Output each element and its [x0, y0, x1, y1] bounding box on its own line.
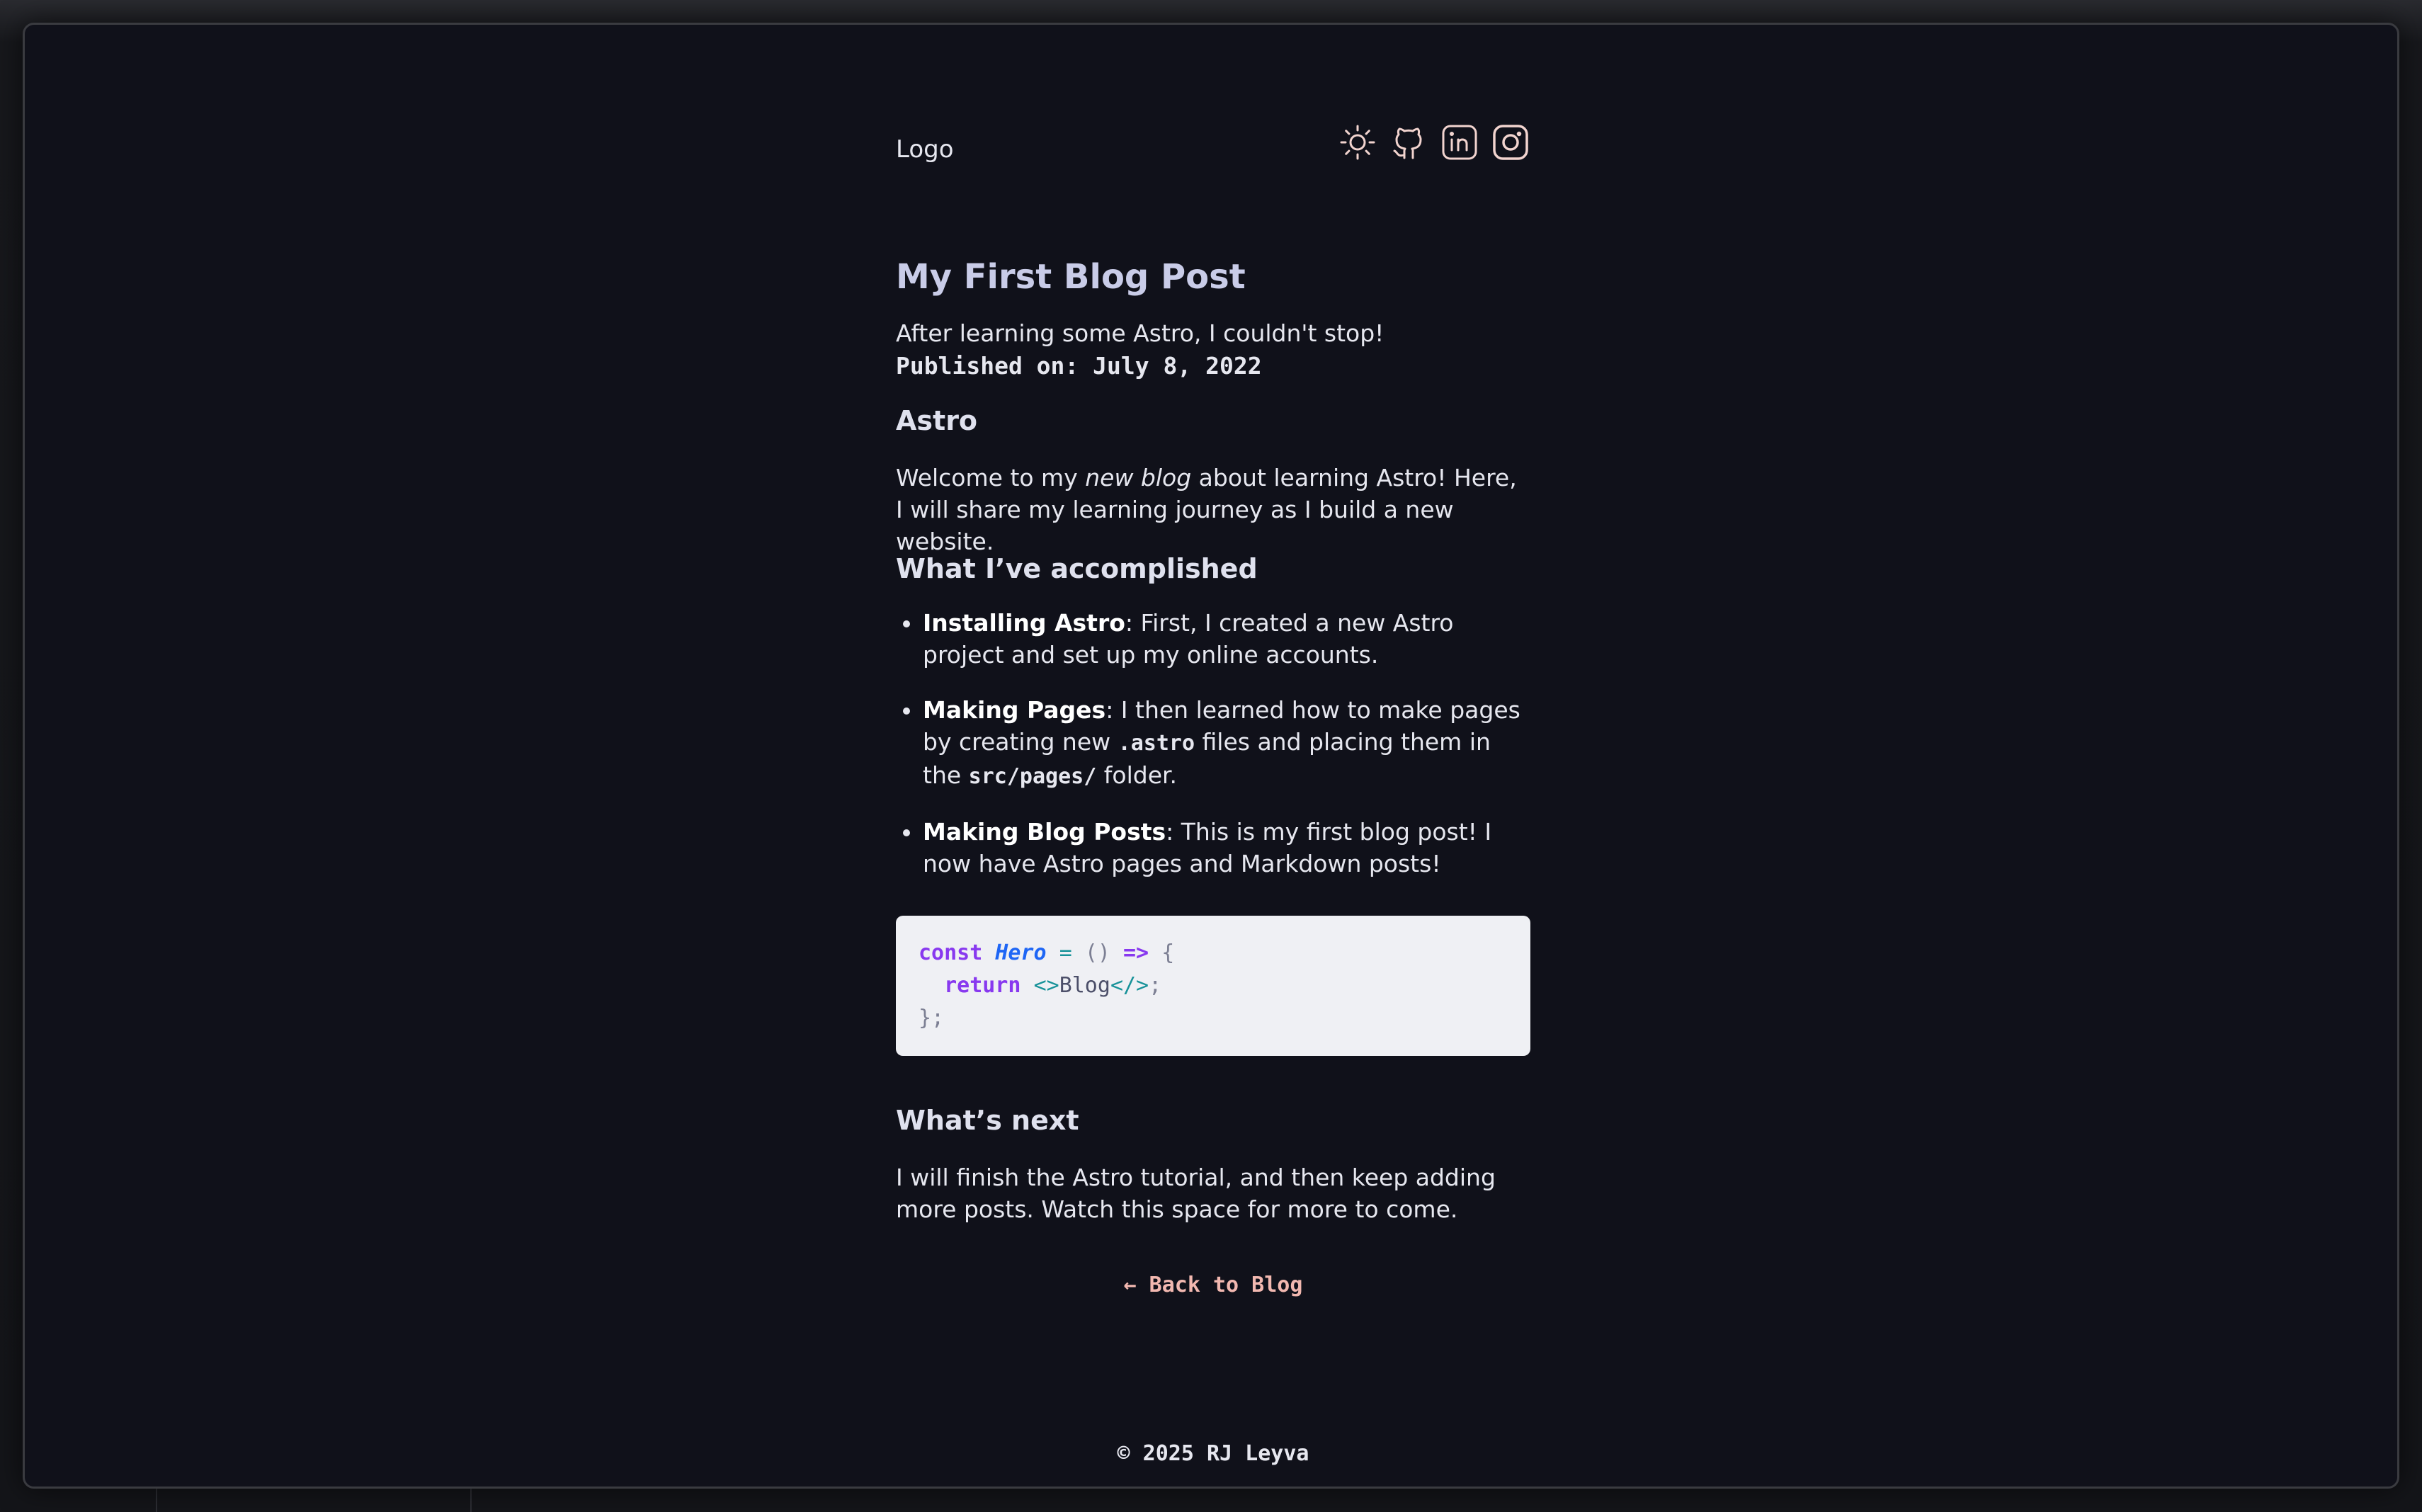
- instagram-icon[interactable]: [1491, 123, 1530, 162]
- published-date: Published on: July 8, 2022: [896, 352, 1262, 380]
- code-block[interactable]: const Hero = () => { return <>Blog</>; }…: [896, 916, 1530, 1056]
- list-item-title: Making Blog Posts: [923, 818, 1166, 846]
- code-arrow: =>: [1123, 940, 1149, 965]
- back-to-blog-link[interactable]: ← Back to Blog: [896, 1271, 1530, 1300]
- heading-astro: Astro: [896, 405, 978, 436]
- list-item: Making Blog Posts: This is my first blog…: [903, 816, 1530, 880]
- taskbar-segment: [470, 1487, 479, 1512]
- footer-copyright: © 2025 RJ Leyva: [1117, 1441, 1309, 1466]
- sun-icon[interactable]: [1338, 123, 1377, 162]
- browser-window: Logo My First Blog Post After learning s…: [23, 23, 2399, 1489]
- code-parens: (): [1084, 940, 1110, 965]
- code-function-name: Hero: [995, 940, 1047, 965]
- intro-emphasis: new blog: [1085, 464, 1192, 491]
- site-logo[interactable]: Logo: [896, 135, 954, 164]
- header-icons: [1338, 123, 1530, 162]
- list-item: Installing Astro: First, I created a new…: [903, 607, 1530, 671]
- linkedin-icon[interactable]: [1440, 123, 1479, 162]
- accomplished-list: Installing Astro: First, I created a new…: [896, 607, 1530, 903]
- list-item-text: folder.: [1096, 761, 1178, 789]
- code-operator: =: [1059, 940, 1072, 965]
- post-title: My First Blog Post: [896, 257, 1246, 297]
- code-tag-open: <>: [1033, 973, 1059, 998]
- heading-whats-next: What’s next: [896, 1105, 1079, 1136]
- post-subtitle: After learning some Astro, I couldn't st…: [896, 319, 1385, 347]
- code-brace: {: [1161, 940, 1175, 965]
- code-text: Blog: [1059, 973, 1110, 998]
- list-item: Making Pages: I then learned how to make…: [903, 694, 1530, 792]
- code-keyword: return: [944, 973, 1021, 998]
- code-closing: };: [919, 1006, 945, 1030]
- taskbar-segment: [156, 1487, 469, 1512]
- taskbar-strip: [0, 1487, 2422, 1512]
- code-semicolon: ;: [1149, 973, 1162, 998]
- list-item-title: Making Pages: [923, 696, 1106, 724]
- code-keyword: const: [919, 940, 983, 965]
- github-icon[interactable]: [1389, 123, 1428, 162]
- code-tag-close: </>: [1110, 973, 1149, 998]
- intro-text-before: Welcome to my: [896, 464, 1086, 491]
- site-header: Logo: [896, 108, 1530, 165]
- inline-code: .astro: [1118, 731, 1195, 756]
- intro-paragraph: Welcome to my new blog about learning As…: [896, 462, 1530, 557]
- next-paragraph: I will finish the Astro tutorial, and th…: [896, 1164, 1496, 1223]
- list-item-title: Installing Astro: [923, 609, 1125, 637]
- inline-code: src/pages/: [968, 764, 1097, 789]
- heading-accomplished: What I’ve accomplished: [896, 553, 1258, 584]
